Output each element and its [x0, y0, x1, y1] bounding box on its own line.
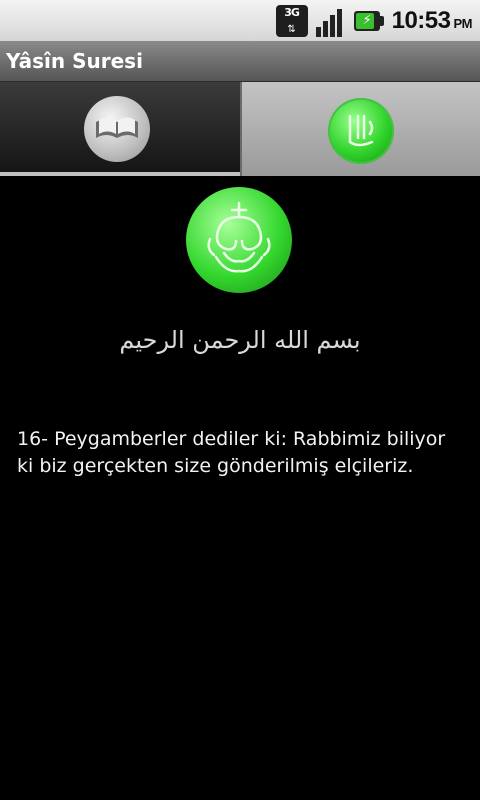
status-time: 10:53 PM: [391, 7, 473, 34]
signal-strength-icon: [314, 5, 346, 37]
basmala-text: بسم الله الرحمن الرحيم: [119, 326, 361, 354]
status-icons: 3G ⇅ ⚡ 10:53 PM: [275, 3, 473, 39]
data-arrows-icon: ⇅: [287, 24, 296, 35]
data-3g-icon: 3G ⇅: [275, 5, 308, 37]
battery-charging-icon: ⚡: [352, 9, 386, 33]
verse-text: 16- Peygamberler dediler ki: Rabbimiz bi…: [17, 428, 446, 477]
tab-book[interactable]: [0, 82, 240, 176]
allah-calligraphy-icon: [328, 98, 394, 164]
tab-bar: [0, 82, 480, 176]
status-bar: 3G ⇅ ⚡ 10:53 PM: [0, 0, 480, 41]
open-book-icon: [84, 96, 150, 162]
app-title: Yâsîn Suresi: [6, 49, 143, 73]
tab-allah[interactable]: [240, 82, 480, 176]
network-type-label: 3G: [284, 6, 300, 19]
calligraphy-emblem-icon: [186, 187, 292, 293]
app-title-bar: Yâsîn Suresi: [0, 41, 480, 82]
